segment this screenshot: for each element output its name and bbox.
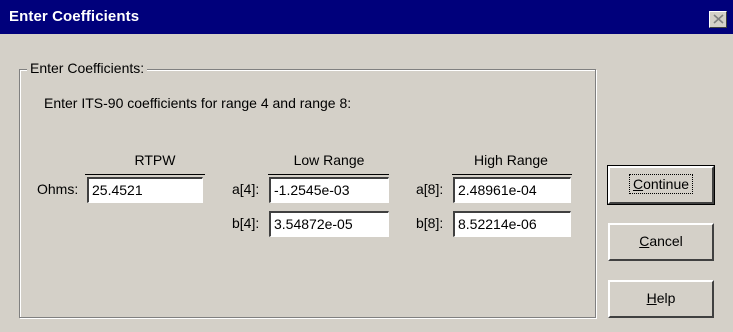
a4-label: a[4]: [232,181,260,197]
rtpw-ohms-input[interactable]: 25.4521 [87,177,203,203]
low-range-header: Low Range [293,152,365,168]
cancel-button[interactable]: Cancel [608,223,714,261]
low-range-header-underline [268,174,389,175]
help-button[interactable]: Help [608,280,714,318]
help-label: elp [656,290,676,306]
high-range-header: High Range [474,152,548,168]
continue-label: ontinue [643,176,690,192]
title-bar[interactable]: Enter Coefficients [0,0,733,34]
close-button[interactable] [709,11,727,28]
groupbox-label: Enter Coefficients: [27,60,148,76]
cancel-mnemonic: C [639,233,650,249]
a8-label: a[8]: [416,181,444,197]
close-icon [713,14,724,24]
continue-mnemonic: C [632,176,644,192]
rtpw-header: RTPW [134,152,176,168]
dialog-window: Enter Coefficients Enter Coefficients: E… [0,0,733,332]
a8-input[interactable]: 2.48961e-04 [453,177,571,203]
rtpw-header-underline [85,174,205,175]
instructions-text: Enter ITS-90 coefficients for range 4 an… [44,95,352,111]
cancel-label: ancel [649,233,683,249]
a4-input[interactable]: -1.2545e-03 [269,177,389,203]
b8-label: b[8]: [416,215,444,231]
help-mnemonic: H [646,290,657,306]
b4-input[interactable]: 3.54872e-05 [269,211,389,237]
ohms-label: Ohms: [37,181,79,197]
high-range-header-underline [452,174,572,175]
b8-input[interactable]: 8.52214e-06 [453,211,571,237]
b4-label: b[4]: [232,215,260,231]
continue-button[interactable]: Continue [607,165,715,205]
window-title: Enter Coefficients [9,8,140,25]
